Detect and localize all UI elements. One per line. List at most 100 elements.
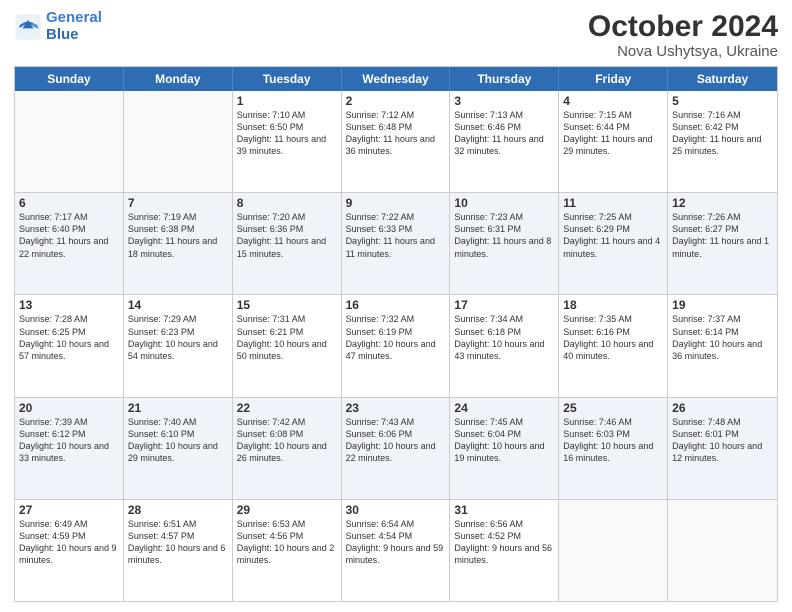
day-cell-1: 1Sunrise: 7:10 AM Sunset: 6:50 PM Daylig… (233, 91, 342, 192)
day-number: 22 (237, 401, 337, 415)
day-info: Sunrise: 7:31 AM Sunset: 6:21 PM Dayligh… (237, 313, 337, 362)
logo-icon (14, 13, 42, 41)
day-number: 10 (454, 196, 554, 210)
day-cell-7: 7Sunrise: 7:19 AM Sunset: 6:38 PM Daylig… (124, 193, 233, 294)
day-number: 6 (19, 196, 119, 210)
day-cell-13: 13Sunrise: 7:28 AM Sunset: 6:25 PM Dayli… (15, 295, 124, 396)
day-cell-14: 14Sunrise: 7:29 AM Sunset: 6:23 PM Dayli… (124, 295, 233, 396)
day-number: 24 (454, 401, 554, 415)
day-info: Sunrise: 7:29 AM Sunset: 6:23 PM Dayligh… (128, 313, 228, 362)
day-cell-9: 9Sunrise: 7:22 AM Sunset: 6:33 PM Daylig… (342, 193, 451, 294)
day-cell-10: 10Sunrise: 7:23 AM Sunset: 6:31 PM Dayli… (450, 193, 559, 294)
day-info: Sunrise: 6:54 AM Sunset: 4:54 PM Dayligh… (346, 518, 446, 567)
day-info: Sunrise: 7:35 AM Sunset: 6:16 PM Dayligh… (563, 313, 663, 362)
day-cell-29: 29Sunrise: 6:53 AM Sunset: 4:56 PM Dayli… (233, 500, 342, 601)
day-number: 28 (128, 503, 228, 517)
day-header-friday: Friday (559, 67, 668, 91)
day-header-tuesday: Tuesday (233, 67, 342, 91)
day-info: Sunrise: 6:49 AM Sunset: 4:59 PM Dayligh… (19, 518, 119, 567)
empty-cell (124, 91, 233, 192)
day-cell-23: 23Sunrise: 7:43 AM Sunset: 6:06 PM Dayli… (342, 398, 451, 499)
day-info: Sunrise: 7:28 AM Sunset: 6:25 PM Dayligh… (19, 313, 119, 362)
day-info: Sunrise: 7:42 AM Sunset: 6:08 PM Dayligh… (237, 416, 337, 465)
day-number: 13 (19, 298, 119, 312)
day-cell-12: 12Sunrise: 7:26 AM Sunset: 6:27 PM Dayli… (668, 193, 777, 294)
day-number: 9 (346, 196, 446, 210)
day-info: Sunrise: 7:26 AM Sunset: 6:27 PM Dayligh… (672, 211, 773, 260)
title-block: October 2024 Nova Ushytsya, Ukraine (588, 10, 778, 60)
day-info: Sunrise: 7:15 AM Sunset: 6:44 PM Dayligh… (563, 109, 663, 158)
day-number: 3 (454, 94, 554, 108)
day-number: 11 (563, 196, 663, 210)
day-number: 2 (346, 94, 446, 108)
day-header-sunday: Sunday (15, 67, 124, 91)
day-number: 15 (237, 298, 337, 312)
day-number: 26 (672, 401, 773, 415)
day-info: Sunrise: 6:56 AM Sunset: 4:52 PM Dayligh… (454, 518, 554, 567)
day-number: 16 (346, 298, 446, 312)
day-header-monday: Monday (124, 67, 233, 91)
day-cell-3: 3Sunrise: 7:13 AM Sunset: 6:46 PM Daylig… (450, 91, 559, 192)
day-cell-22: 22Sunrise: 7:42 AM Sunset: 6:08 PM Dayli… (233, 398, 342, 499)
day-number: 21 (128, 401, 228, 415)
day-info: Sunrise: 7:19 AM Sunset: 6:38 PM Dayligh… (128, 211, 228, 260)
day-info: Sunrise: 7:22 AM Sunset: 6:33 PM Dayligh… (346, 211, 446, 260)
day-cell-4: 4Sunrise: 7:15 AM Sunset: 6:44 PM Daylig… (559, 91, 668, 192)
empty-cell (668, 500, 777, 601)
day-header-thursday: Thursday (450, 67, 559, 91)
day-cell-11: 11Sunrise: 7:25 AM Sunset: 6:29 PM Dayli… (559, 193, 668, 294)
day-info: Sunrise: 7:34 AM Sunset: 6:18 PM Dayligh… (454, 313, 554, 362)
day-number: 17 (454, 298, 554, 312)
day-info: Sunrise: 7:46 AM Sunset: 6:03 PM Dayligh… (563, 416, 663, 465)
calendar-header: SundayMondayTuesdayWednesdayThursdayFrid… (15, 67, 777, 91)
empty-cell (559, 500, 668, 601)
calendar-row-4: 20Sunrise: 7:39 AM Sunset: 6:12 PM Dayli… (15, 397, 777, 499)
day-cell-19: 19Sunrise: 7:37 AM Sunset: 6:14 PM Dayli… (668, 295, 777, 396)
day-number: 8 (237, 196, 337, 210)
day-number: 23 (346, 401, 446, 415)
calendar: SundayMondayTuesdayWednesdayThursdayFrid… (14, 66, 778, 602)
day-info: Sunrise: 7:45 AM Sunset: 6:04 PM Dayligh… (454, 416, 554, 465)
day-number: 4 (563, 94, 663, 108)
day-number: 5 (672, 94, 773, 108)
day-number: 18 (563, 298, 663, 312)
calendar-row-2: 6Sunrise: 7:17 AM Sunset: 6:40 PM Daylig… (15, 192, 777, 294)
calendar-row-5: 27Sunrise: 6:49 AM Sunset: 4:59 PM Dayli… (15, 499, 777, 601)
day-cell-28: 28Sunrise: 6:51 AM Sunset: 4:57 PM Dayli… (124, 500, 233, 601)
day-info: Sunrise: 7:13 AM Sunset: 6:46 PM Dayligh… (454, 109, 554, 158)
day-number: 14 (128, 298, 228, 312)
day-cell-21: 21Sunrise: 7:40 AM Sunset: 6:10 PM Dayli… (124, 398, 233, 499)
day-info: Sunrise: 7:23 AM Sunset: 6:31 PM Dayligh… (454, 211, 554, 260)
day-cell-5: 5Sunrise: 7:16 AM Sunset: 6:42 PM Daylig… (668, 91, 777, 192)
day-cell-16: 16Sunrise: 7:32 AM Sunset: 6:19 PM Dayli… (342, 295, 451, 396)
calendar-row-1: 1Sunrise: 7:10 AM Sunset: 6:50 PM Daylig… (15, 91, 777, 192)
day-cell-17: 17Sunrise: 7:34 AM Sunset: 6:18 PM Dayli… (450, 295, 559, 396)
day-cell-6: 6Sunrise: 7:17 AM Sunset: 6:40 PM Daylig… (15, 193, 124, 294)
empty-cell (15, 91, 124, 192)
location-title: Nova Ushytsya, Ukraine (588, 43, 778, 60)
day-number: 12 (672, 196, 773, 210)
day-number: 29 (237, 503, 337, 517)
calendar-body: 1Sunrise: 7:10 AM Sunset: 6:50 PM Daylig… (15, 91, 777, 601)
day-info: Sunrise: 7:25 AM Sunset: 6:29 PM Dayligh… (563, 211, 663, 260)
day-info: Sunrise: 7:39 AM Sunset: 6:12 PM Dayligh… (19, 416, 119, 465)
day-number: 30 (346, 503, 446, 517)
day-cell-31: 31Sunrise: 6:56 AM Sunset: 4:52 PM Dayli… (450, 500, 559, 601)
day-info: Sunrise: 7:20 AM Sunset: 6:36 PM Dayligh… (237, 211, 337, 260)
day-cell-24: 24Sunrise: 7:45 AM Sunset: 6:04 PM Dayli… (450, 398, 559, 499)
day-info: Sunrise: 7:17 AM Sunset: 6:40 PM Dayligh… (19, 211, 119, 260)
day-number: 20 (19, 401, 119, 415)
day-info: Sunrise: 7:37 AM Sunset: 6:14 PM Dayligh… (672, 313, 773, 362)
day-cell-30: 30Sunrise: 6:54 AM Sunset: 4:54 PM Dayli… (342, 500, 451, 601)
logo-text: General Blue (46, 10, 102, 43)
day-number: 31 (454, 503, 554, 517)
page-header: General Blue October 2024 Nova Ushytsya,… (14, 10, 778, 60)
day-number: 25 (563, 401, 663, 415)
day-cell-27: 27Sunrise: 6:49 AM Sunset: 4:59 PM Dayli… (15, 500, 124, 601)
day-cell-25: 25Sunrise: 7:46 AM Sunset: 6:03 PM Dayli… (559, 398, 668, 499)
calendar-row-3: 13Sunrise: 7:28 AM Sunset: 6:25 PM Dayli… (15, 294, 777, 396)
day-header-wednesday: Wednesday (342, 67, 451, 91)
day-info: Sunrise: 7:12 AM Sunset: 6:48 PM Dayligh… (346, 109, 446, 158)
day-info: Sunrise: 6:53 AM Sunset: 4:56 PM Dayligh… (237, 518, 337, 567)
day-number: 7 (128, 196, 228, 210)
